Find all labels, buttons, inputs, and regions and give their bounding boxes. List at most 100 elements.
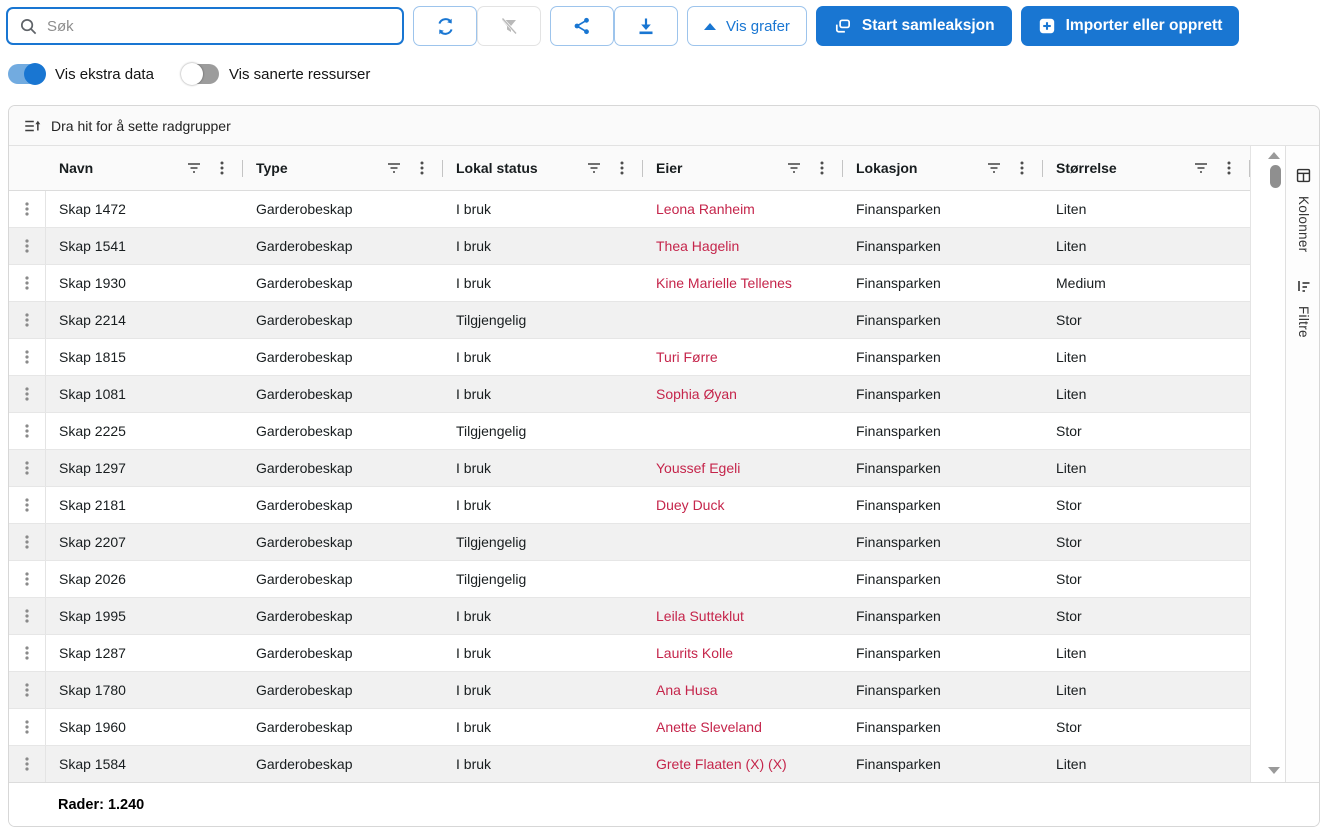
column-menu-icon[interactable] [815,160,829,176]
cell-type[interactable]: Garderobeskap [243,376,443,412]
column-menu-icon[interactable] [1222,160,1236,176]
vertical-scrollbar[interactable] [1251,146,1285,782]
column-menu-icon[interactable] [415,160,429,176]
row-drag-handle-icon[interactable] [9,487,46,523]
cell-type[interactable]: Garderobeskap [243,561,443,597]
cell-lokasjon[interactable]: Finansparken [843,487,1043,523]
share-button[interactable] [550,6,614,46]
cell-storrelse[interactable]: Liten [1043,635,1250,671]
cell-eier[interactable]: Sophia Øyan [643,376,843,412]
cell-lokasjon[interactable]: Finansparken [843,450,1043,486]
owner-link[interactable]: Leila Sutteklut [656,608,744,624]
cell-storrelse[interactable]: Liten [1043,450,1250,486]
cell-status[interactable]: I bruk [443,339,643,375]
row-drag-handle-icon[interactable] [9,450,46,486]
cell-status[interactable]: I bruk [443,487,643,523]
row-drag-handle-icon[interactable] [9,746,46,782]
owner-link[interactable]: Thea Hagelin [656,238,739,254]
column-header-lokasjon[interactable]: Lokasjon [843,146,1043,190]
row-group-drop-zone[interactable]: Dra hit for å sette radgrupper [9,106,1319,146]
cell-type[interactable]: Garderobeskap [243,413,443,449]
cell-lokasjon[interactable]: Finansparken [843,413,1043,449]
cell-storrelse[interactable]: Stor [1043,487,1250,523]
cell-type[interactable]: Garderobeskap [243,524,443,560]
cell-lokasjon[interactable]: Finansparken [843,339,1043,375]
owner-link[interactable]: Turi Førre [656,349,718,365]
import-or-create-button[interactable]: Importer eller opprett [1021,6,1240,46]
cell-status[interactable]: I bruk [443,265,643,301]
cell-status[interactable]: I bruk [443,450,643,486]
cell-status[interactable]: I bruk [443,376,643,412]
cell-type[interactable]: Garderobeskap [243,635,443,671]
cell-navn[interactable]: Skap 1995 [46,598,243,634]
clear-filters-button[interactable] [477,6,541,46]
table-row[interactable]: Skap 1472GarderobeskapI brukLeona Ranhei… [9,191,1250,228]
cell-storrelse[interactable]: Stor [1043,561,1250,597]
row-drag-handle-icon[interactable] [9,265,46,301]
cell-navn[interactable]: Skap 1541 [46,228,243,264]
row-drag-handle-icon[interactable] [9,598,46,634]
cell-navn[interactable]: Skap 2214 [46,302,243,338]
owner-link[interactable]: Anette Sleveland [656,719,762,735]
row-drag-handle-icon[interactable] [9,561,46,597]
cell-eier[interactable]: Laurits Kolle [643,635,843,671]
cell-storrelse[interactable]: Liten [1043,746,1250,782]
cell-lokasjon[interactable]: Finansparken [843,598,1043,634]
cell-eier[interactable] [643,561,843,597]
search-input[interactable] [47,18,391,35]
row-drag-handle-icon[interactable] [9,672,46,708]
column-menu-icon[interactable] [1015,160,1029,176]
table-row[interactable]: Skap 1780GarderobeskapI brukAna HusaFina… [9,672,1250,709]
cell-storrelse[interactable]: Stor [1043,709,1250,745]
cell-status[interactable]: I bruk [443,635,643,671]
row-drag-handle-icon[interactable] [9,191,46,227]
column-filter-icon[interactable] [1193,160,1209,176]
show-sanitized-resources-toggle[interactable] [182,64,219,84]
cell-type[interactable]: Garderobeskap [243,339,443,375]
cell-eier[interactable]: Duey Duck [643,487,843,523]
row-drag-handle-icon[interactable] [9,635,46,671]
cell-navn[interactable]: Skap 1930 [46,265,243,301]
table-row[interactable]: Skap 1995GarderobeskapI brukLeila Suttek… [9,598,1250,635]
table-row[interactable]: Skap 1297GarderobeskapI bruk Youssef Egel… [9,450,1250,487]
table-row[interactable]: Skap 1815GarderobeskapI bruk Turi Førre Fi… [9,339,1250,376]
owner-link[interactable]: Youssef Egeli [656,460,740,476]
owner-link[interactable]: Ana Husa [656,682,717,698]
cell-navn[interactable]: Skap 1287 [46,635,243,671]
owner-link[interactable]: Grete Flaaten (X) (X) [656,756,787,772]
cell-navn[interactable]: Skap 1584 [46,746,243,782]
table-row[interactable]: Skap 2207GarderobeskapTilgjengeligFinans… [9,524,1250,561]
cell-lokasjon[interactable]: Finansparken [843,191,1043,227]
cell-navn[interactable]: Skap 1472 [46,191,243,227]
cell-status[interactable]: I bruk [443,598,643,634]
scrollbar-thumb[interactable] [1270,165,1281,188]
cell-eier[interactable]: Anette Sleveland [643,709,843,745]
row-drag-handle-icon[interactable] [9,524,46,560]
column-filter-icon[interactable] [386,160,402,176]
cell-status[interactable]: Tilgjengelig [443,524,643,560]
cell-navn[interactable]: Skap 2026 [46,561,243,597]
cell-type[interactable]: Garderobeskap [243,265,443,301]
cell-eier[interactable]: Grete Flaaten (X) (X) [643,746,843,782]
cell-lokasjon[interactable]: Finansparken [843,228,1043,264]
cell-type[interactable]: Garderobeskap [243,191,443,227]
cell-type[interactable]: Garderobeskap [243,450,443,486]
show-charts-button[interactable]: Vis grafer [687,6,807,46]
cell-eier[interactable]: Kine Marielle Tellenes [643,265,843,301]
cell-status[interactable]: I bruk [443,672,643,708]
cell-navn[interactable]: Skap 1297 [46,450,243,486]
cell-navn[interactable]: Skap 1780 [46,672,243,708]
cell-status[interactable]: Tilgjengelig [443,561,643,597]
owner-link[interactable]: Duey Duck [656,497,724,513]
cell-eier[interactable]: Thea Hagelin [643,228,843,264]
table-row[interactable]: Skap 1287GarderobeskapI brukLaurits Koll… [9,635,1250,672]
table-row[interactable]: Skap 1081GarderobeskapI brukSophia ØyanF… [9,376,1250,413]
cell-eier[interactable]: Youssef Egeli [643,450,843,486]
table-row[interactable]: Skap 2225GarderobeskapTilgjengeligFinans… [9,413,1250,450]
cell-status[interactable]: I bruk [443,191,643,227]
cell-navn[interactable]: Skap 1081 [46,376,243,412]
refresh-button[interactable] [413,6,477,46]
table-row[interactable]: Skap 1960GarderobeskapI brukAnette Sleve… [9,709,1250,746]
cell-type[interactable]: Garderobeskap [243,746,443,782]
cell-navn[interactable]: Skap 1815 [46,339,243,375]
